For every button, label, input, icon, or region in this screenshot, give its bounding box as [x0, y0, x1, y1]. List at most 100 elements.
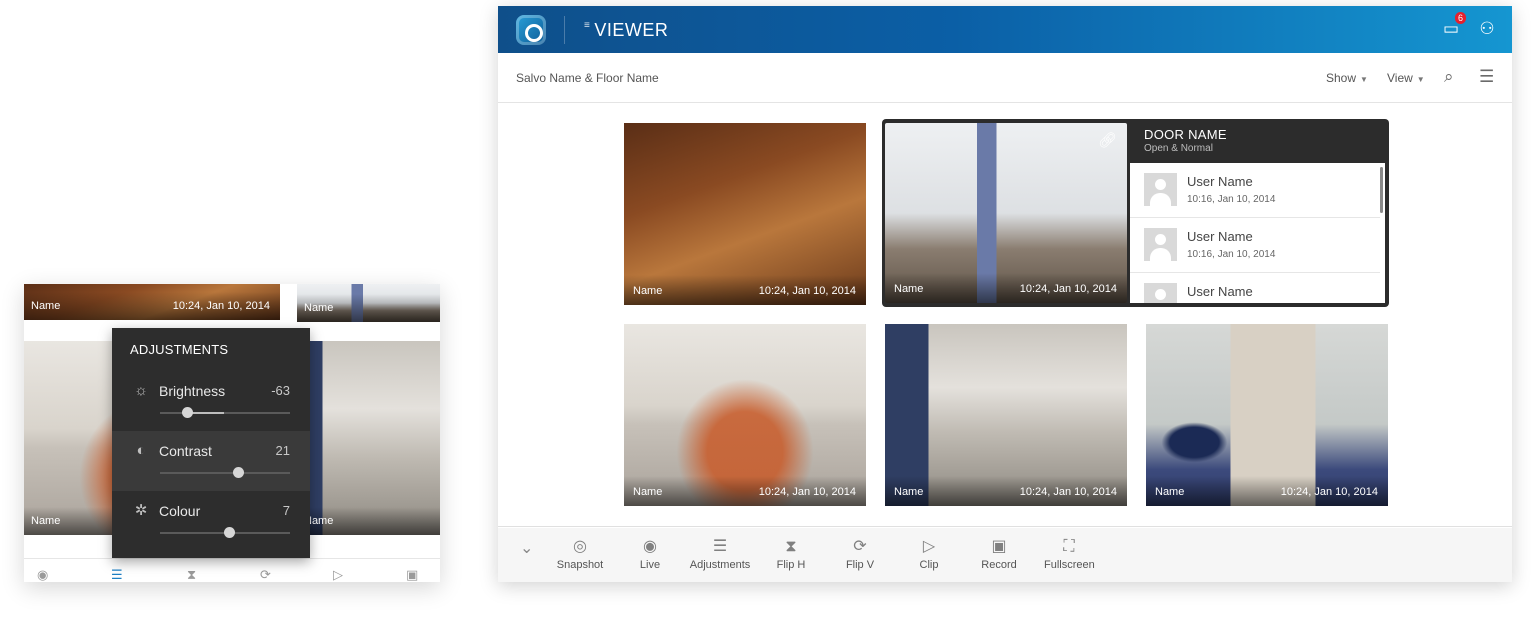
door-info: DOOR NAME Open & Normal User Name 10:16,…: [1127, 119, 1389, 307]
camera-name: Name: [31, 300, 61, 312]
record-icon[interactable]: ▣: [406, 568, 418, 582]
app-title-text: VIEWER: [594, 20, 669, 40]
flip-h-label: Flip H: [776, 559, 806, 571]
chevron-down-icon: ▼: [1360, 75, 1368, 84]
show-label: Show: [1326, 71, 1357, 85]
flip-v-button[interactable]: ⟳ Flip V: [843, 536, 877, 571]
camera-tile[interactable]: Name: [297, 341, 440, 535]
list-item[interactable]: User Name: [1130, 273, 1380, 303]
adjustments-icon[interactable]: ☰: [111, 568, 123, 582]
adjustments-icon: ☰: [712, 538, 728, 555]
camera-timestamp: 10:24, Jan 10, 2014: [758, 486, 856, 498]
contrast-label: Contrast: [159, 443, 212, 459]
door-camera-panel[interactable]: 🔗︎ Name 10:24, Jan 10, 2014 DOOR NAME Ope…: [882, 119, 1389, 307]
flip-v-icon: ⟳: [853, 538, 867, 555]
flip-h-icon: ⧗: [785, 538, 797, 555]
menu-icon[interactable]: ≡: [584, 20, 590, 31]
snapshot-icon: ◎: [573, 538, 587, 555]
camera-timestamp: 10:24, Jan 10, 2014: [172, 300, 270, 312]
user-name: User Name: [1187, 229, 1253, 244]
snapshot-button[interactable]: ◎ Snapshot: [554, 536, 606, 571]
camera-timestamp: 10:24, Jan 10, 2014: [1019, 486, 1117, 498]
adjustments-popover: ADJUSTMENTS ☼ Brightness -63 ◐ Contrast …: [112, 328, 310, 558]
camera-tile[interactable]: 🔗︎ Name 10:24, Jan 10, 2014: [885, 123, 1127, 303]
notification-badge: 6: [1455, 12, 1466, 24]
app-logo[interactable]: [516, 15, 546, 45]
brightness-value: -63: [271, 383, 290, 398]
brightness-slider[interactable]: [160, 407, 290, 418]
record-label: Record: [981, 559, 1017, 571]
brightness-row[interactable]: ☼ Brightness -63: [112, 371, 310, 431]
camera-tile[interactable]: Name 10:24, Jan 10, 2014: [1146, 324, 1388, 506]
door-event-list[interactable]: User Name 10:16, Jan 10, 2014 User Name …: [1130, 163, 1385, 303]
door-name: DOOR NAME: [1144, 127, 1227, 142]
app-title[interactable]: ≡ VIEWER: [584, 20, 668, 41]
avatar: [1144, 173, 1177, 206]
clip-icon[interactable]: ▷: [333, 568, 343, 582]
fullscreen-button[interactable]: ⛶ Fullscreen: [1044, 536, 1095, 571]
header-divider: [564, 16, 565, 44]
clip-icon: ▷: [922, 538, 936, 555]
list-item[interactable]: User Name 10:16, Jan 10, 2014: [1130, 163, 1380, 218]
live-button[interactable]: ◉ Live: [634, 536, 666, 571]
adjustments-title: ADJUSTMENTS: [130, 342, 229, 357]
clip-button[interactable]: ▷ Clip: [916, 536, 942, 571]
eye-icon[interactable]: ◉: [37, 568, 48, 582]
camera-tile[interactable]: Name 10:24, Jan 10, 2014: [624, 123, 866, 305]
show-dropdown[interactable]: Show ▼: [1326, 71, 1368, 85]
event-time: 10:16, Jan 10, 2014: [1187, 249, 1276, 260]
colour-row[interactable]: ✲ Colour 7: [112, 491, 310, 551]
list-item[interactable]: User Name 10:16, Jan 10, 2014: [1130, 218, 1380, 273]
brightness-slider-handle[interactable]: [182, 407, 194, 418]
contrast-row[interactable]: ◐ Contrast 21: [112, 431, 310, 491]
colour-slider-handle[interactable]: [223, 527, 235, 538]
colour-slider[interactable]: [160, 527, 290, 538]
view-toolbar: Salvo Name & Floor Name Show ▼ View ▼ ⌕ ☰: [498, 53, 1512, 103]
flip-v-icon[interactable]: ⟳: [260, 568, 271, 582]
view-label: View: [1387, 71, 1413, 85]
brightness-icon: ☼: [134, 382, 148, 399]
camera-tile[interactable]: Name: [297, 284, 440, 322]
camera-timestamp: 10:24, Jan 10, 2014: [1019, 283, 1117, 295]
mini-action-bar: ◉ ☰ ⧗ ⟳ ▷ ▣: [24, 558, 440, 582]
contrast-slider-handle[interactable]: [233, 467, 244, 478]
colour-value: 7: [282, 503, 290, 518]
contrast-icon: ◐: [136, 442, 146, 459]
avatar: [1144, 283, 1177, 303]
list-scrollbar[interactable]: [1380, 167, 1383, 213]
colour-label: Colour: [159, 503, 201, 519]
snapshot-label: Snapshot: [556, 559, 604, 571]
flip-h-button[interactable]: ⧗ Flip H: [774, 536, 808, 571]
contrast-slider[interactable]: [160, 467, 290, 478]
camera-tile[interactable]: Name 10:24, Jan 10, 2014: [24, 284, 280, 320]
contrast-value: 21: [275, 443, 290, 458]
camera-name: Name: [1155, 486, 1185, 498]
record-icon: ▣: [991, 538, 1007, 555]
list-view-icon[interactable]: ☰: [1479, 67, 1494, 87]
camera-tile[interactable]: Name 10:24, Jan 10, 2014: [885, 324, 1127, 506]
fullscreen-label: Fullscreen: [1044, 559, 1095, 571]
camera-name: Name: [304, 302, 334, 314]
view-dropdown[interactable]: View ▼: [1387, 71, 1425, 85]
clip-label: Clip: [919, 559, 939, 571]
colour-icon: ✲: [134, 502, 148, 519]
eye-icon: ◉: [643, 538, 657, 555]
flip-h-icon[interactable]: ⧗: [187, 568, 196, 582]
camera-name: Name: [31, 515, 61, 527]
user-icon[interactable]: ⚇: [1477, 19, 1497, 39]
adjustments-button[interactable]: ☰ Adjustments: [687, 536, 753, 571]
camera-tile[interactable]: Name 10:24, Jan 10, 2014: [624, 324, 866, 506]
breadcrumb[interactable]: Salvo Name & Floor Name: [516, 71, 659, 85]
record-button[interactable]: ▣ Record: [980, 536, 1018, 571]
door-status: Open & Normal: [1144, 143, 1213, 154]
link-icon[interactable]: 🔗︎: [1098, 131, 1117, 149]
search-icon[interactable]: ⌕: [1444, 67, 1454, 87]
chevron-down-icon[interactable]: ⌄: [520, 538, 533, 558]
user-name: User Name: [1187, 174, 1253, 189]
live-label: Live: [639, 559, 661, 571]
camera-name: Name: [633, 285, 663, 297]
action-bar: ⌄ ◎ Snapshot ◉ Live ☰ Adjustments ⧗ Flip H ⟳…: [498, 528, 1512, 582]
camera-name: Name: [894, 486, 924, 498]
adjustments-label: Adjustments: [689, 559, 751, 571]
event-time: 10:16, Jan 10, 2014: [1187, 194, 1276, 205]
